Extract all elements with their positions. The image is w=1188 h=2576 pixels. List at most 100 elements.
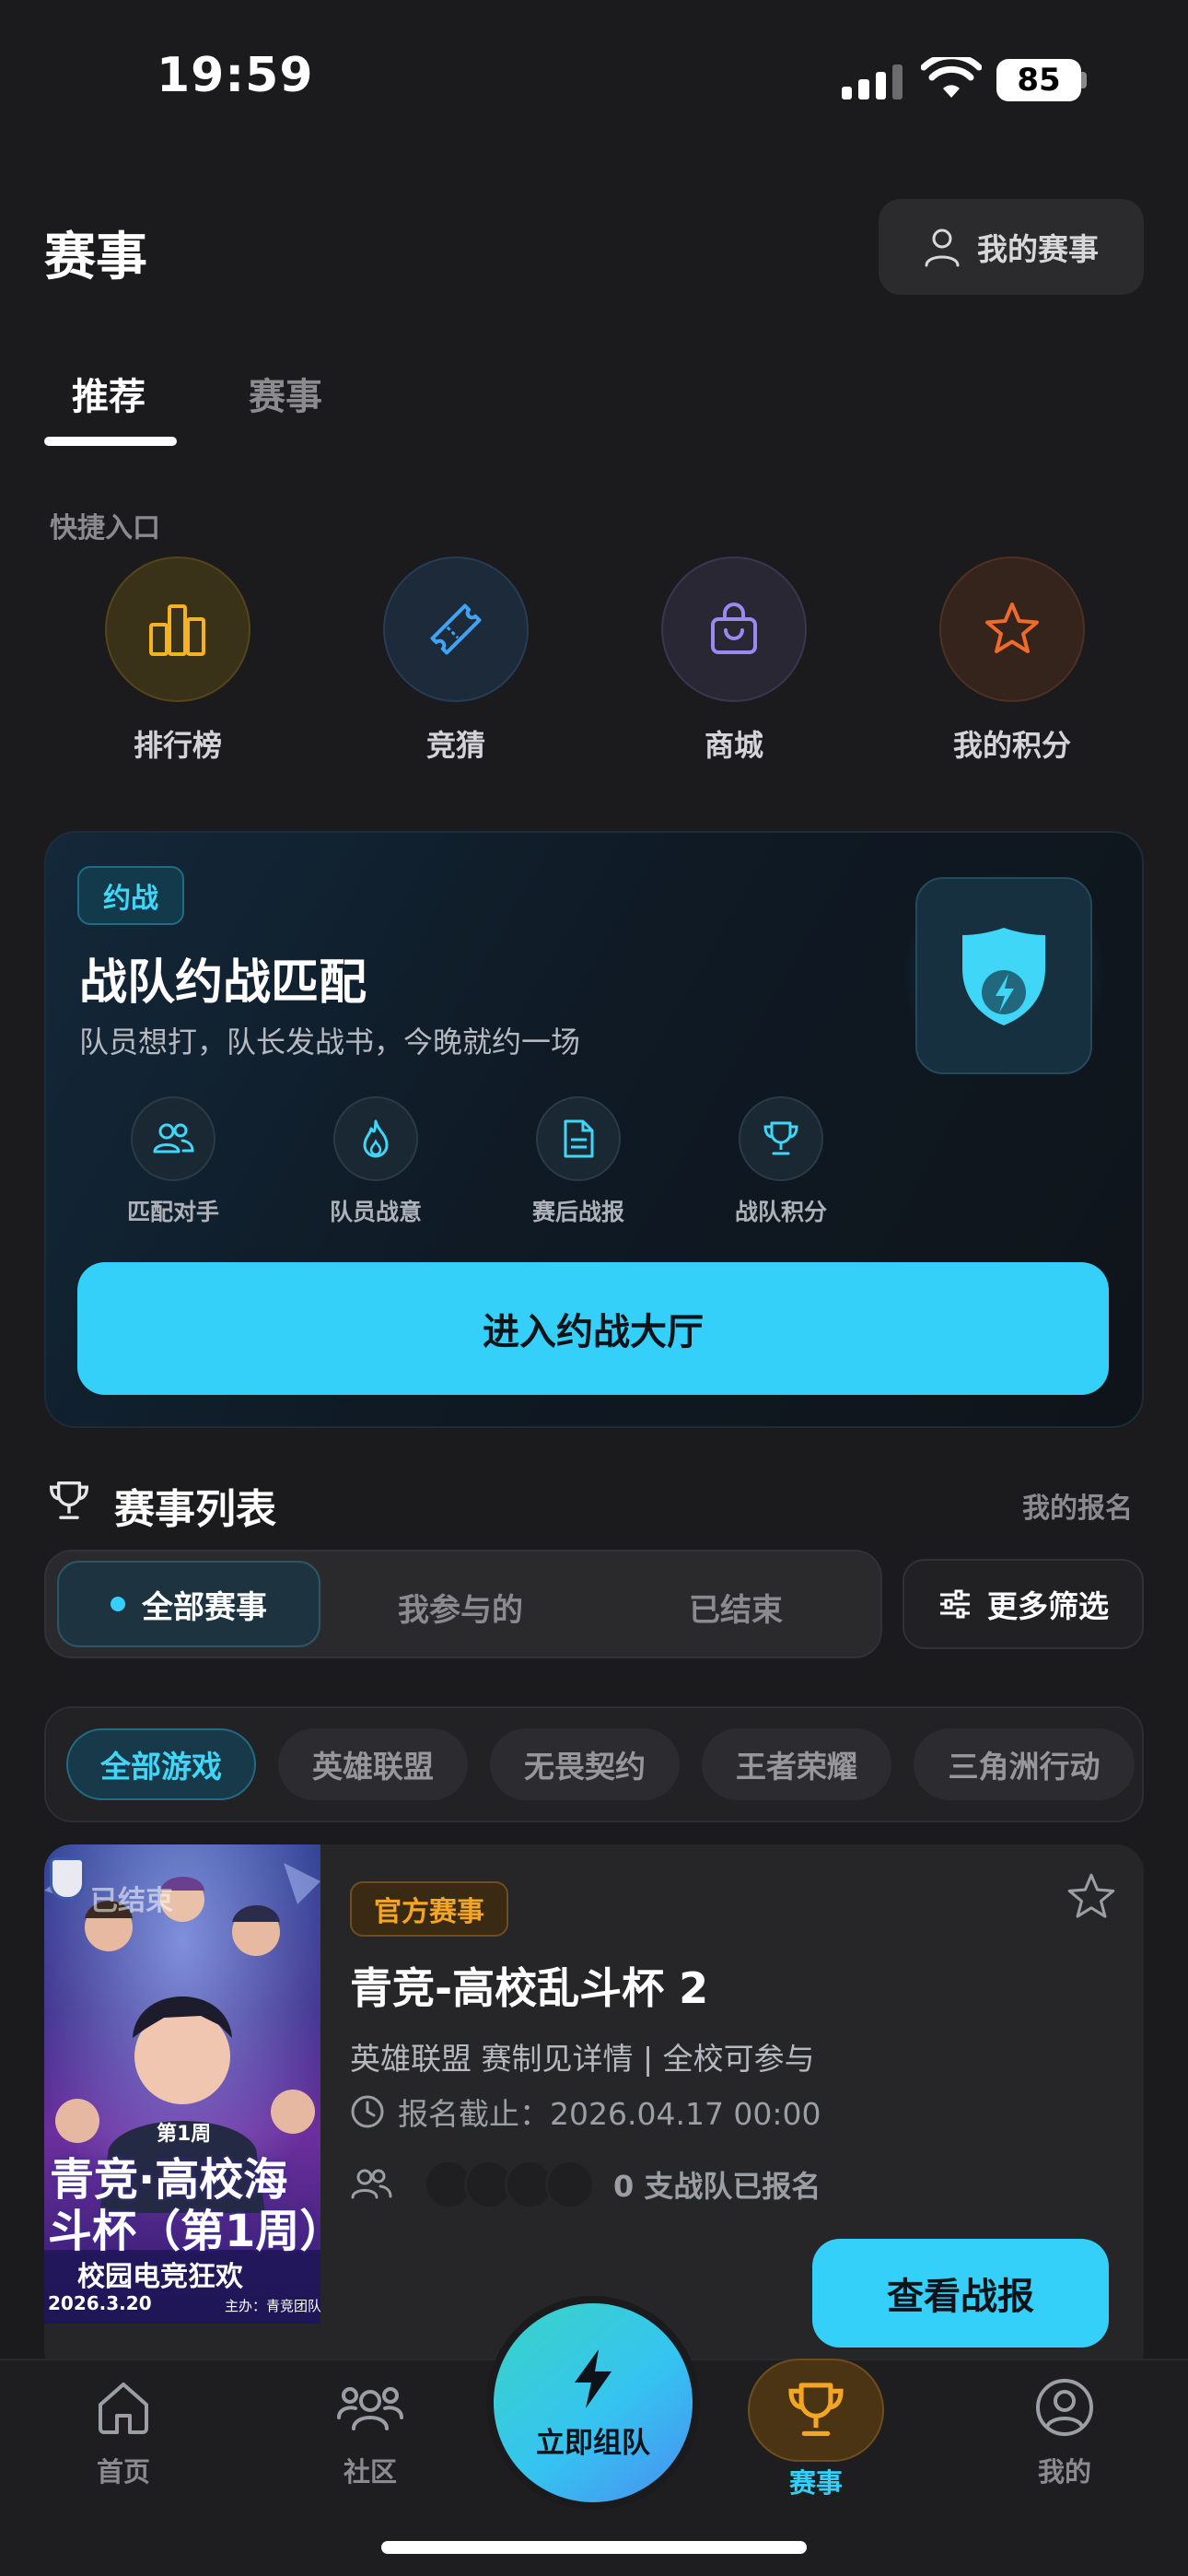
trophy-icon	[763, 1121, 798, 1155]
team-users-icon	[351, 2169, 392, 2199]
nav-profile[interactable]: 我的	[991, 2377, 1138, 2489]
community-icon	[337, 2387, 403, 2430]
poster-title-line2: 斗杯（第1周）	[48, 2206, 320, 2257]
nav-label: 首页	[96, 2456, 150, 2488]
enter-battle-hall-button[interactable]: 进入约战大厅	[77, 1262, 1109, 1395]
cellular-signal-icon	[842, 61, 903, 100]
page-title: 赛事	[44, 228, 147, 287]
poster-host: 主办：青竞团队	[225, 2298, 320, 2314]
more-filter-button[interactable]: 更多筛选	[903, 1559, 1144, 1649]
quick-entry-shop[interactable]: 商城	[661, 556, 807, 765]
quick-entry-label-my-points: 我的积分	[952, 728, 1071, 763]
trophy-icon	[49, 1481, 89, 1519]
poster-slogan: 校园电竞狂欢	[77, 2261, 243, 2293]
filter-all-events[interactable]: 全部赛事	[57, 1561, 320, 1647]
feature-icon-circle	[333, 1096, 418, 1181]
filter-label: 全部赛事	[142, 1588, 267, 1626]
nav-label: 我的	[1037, 2456, 1091, 2488]
game-chip-honor-of-kings[interactable]: 王者荣耀	[702, 1728, 891, 1800]
quick-entry-label: 快捷入口	[50, 512, 160, 544]
home-icon	[99, 2383, 148, 2434]
users-icon	[153, 1123, 194, 1153]
event-list-title: 赛事列表	[114, 1486, 276, 1533]
avatar-placeholder	[545, 2160, 595, 2209]
filter-joined[interactable]: 我参与的	[398, 1585, 523, 1630]
battle-title: 战队约战匹配	[79, 955, 367, 1011]
nav-home[interactable]: 首页	[50, 2377, 197, 2489]
nav-events[interactable]: 赛事	[742, 2359, 890, 2500]
shield-illustration	[915, 877, 1092, 1074]
quick-entry-label-guess: 竞猜	[425, 728, 485, 763]
ticket-icon	[430, 603, 482, 655]
quick-entry-label-leaderboard: 排行榜	[133, 728, 222, 763]
game-chip-delta-force[interactable]: 三角洲行动	[914, 1728, 1135, 1800]
sliders-icon	[940, 1589, 970, 1619]
tab-events[interactable]: 赛事	[249, 367, 322, 420]
deadline-text: 报名截止：2026.04.17 00:00	[398, 2096, 821, 2132]
battery-indicator: 85	[996, 59, 1081, 101]
favorite-star-icon[interactable]	[1065, 1870, 1118, 1924]
feature-label: 赛后战报	[531, 1199, 624, 1225]
filter-ended[interactable]: 已结束	[689, 1585, 783, 1630]
feature-match-opponent[interactable]: 匹配对手	[99, 1096, 247, 1227]
view-report-button[interactable]: 查看战报	[812, 2239, 1109, 2348]
nav-label: 社区	[343, 2456, 397, 2488]
quick-entry-my-points[interactable]: 我的积分	[939, 556, 1085, 765]
more-filter-label: 更多筛选	[987, 1588, 1109, 1624]
battle-badge: 约战	[77, 866, 184, 925]
points-icon-circle	[939, 556, 1085, 702]
official-event-badge: 官方赛事	[350, 1881, 508, 1937]
clock-icon	[351, 2095, 384, 2128]
event-meta: 英雄联盟 赛制见详情 | 全校可参与	[350, 2041, 815, 2077]
quick-entry-leaderboard[interactable]: 排行榜	[105, 556, 250, 765]
user-icon	[925, 228, 960, 267]
nav-community[interactable]: 社区	[297, 2377, 444, 2489]
shield-lightning-icon	[962, 928, 1045, 1025]
event-poster: 已结束 第1周 青竞·高校海 斗杯（第1周） 校园电竞狂欢 2026.3.20 …	[44, 1844, 320, 2324]
quick-entry-guess[interactable]: 竞猜	[383, 556, 529, 765]
event-title: 青竞-高校乱斗杯 2	[350, 1963, 709, 2013]
form-team-label: 立即组队	[536, 2426, 650, 2460]
nav-active-bg	[748, 2359, 884, 2462]
feature-icon-circle	[131, 1096, 215, 1181]
feature-label: 匹配对手	[126, 1199, 219, 1225]
nav-label: 赛事	[788, 2467, 843, 2499]
team-avatar-stack	[411, 2160, 595, 2209]
my-signup-link[interactable]: 我的报名	[1022, 1485, 1133, 1526]
quick-entry-label-shop: 商城	[704, 728, 763, 763]
flame-icon	[363, 1119, 389, 1158]
poster-status: 已结束	[90, 1885, 173, 1917]
status-time: 19:59	[157, 48, 314, 103]
game-chip-valorant[interactable]: 无畏契约	[490, 1728, 680, 1800]
bar-chart-icon	[149, 604, 205, 656]
registered-teams: 0 支战队已报名	[350, 2160, 821, 2209]
battery-tip	[1081, 72, 1087, 88]
form-team-button[interactable]: 立即组队	[494, 2303, 693, 2502]
my-events-label: 我的赛事	[977, 231, 1099, 267]
poster-date: 2026.3.20	[48, 2292, 152, 2314]
shopping-bag-icon	[711, 603, 757, 654]
document-icon	[564, 1119, 594, 1158]
feature-post-match-report[interactable]: 赛后战报	[505, 1096, 652, 1227]
battle-subtitle: 队员想打，队长发战书，今晚就约一场	[79, 1025, 581, 1060]
wifi-icon	[921, 57, 982, 98]
school-logo	[50, 1857, 85, 1900]
lightning-icon	[575, 2348, 611, 2408]
feature-member-spirit[interactable]: 队员战意	[302, 1096, 449, 1227]
home-indicator	[381, 2541, 807, 2554]
profile-icon	[1036, 2379, 1093, 2436]
leaderboard-icon-circle	[105, 556, 250, 702]
feature-label: 队员战意	[329, 1199, 422, 1225]
my-events-button[interactable]: 我的赛事	[879, 199, 1144, 295]
trophy-icon	[788, 2383, 844, 2436]
guess-icon-circle	[383, 556, 529, 702]
tab-recommend[interactable]: 推荐	[72, 367, 146, 420]
active-dot	[111, 1597, 125, 1611]
event-deadline: 报名截止：2026.04.17 00:00	[350, 2090, 821, 2134]
feature-team-points[interactable]: 战队积分	[707, 1096, 855, 1227]
tab-active-indicator	[44, 437, 177, 446]
game-chip-all[interactable]: 全部游戏	[66, 1728, 256, 1800]
feature-icon-circle	[739, 1096, 823, 1181]
feature-icon-circle	[536, 1096, 621, 1181]
game-chip-lol[interactable]: 英雄联盟	[278, 1728, 468, 1800]
